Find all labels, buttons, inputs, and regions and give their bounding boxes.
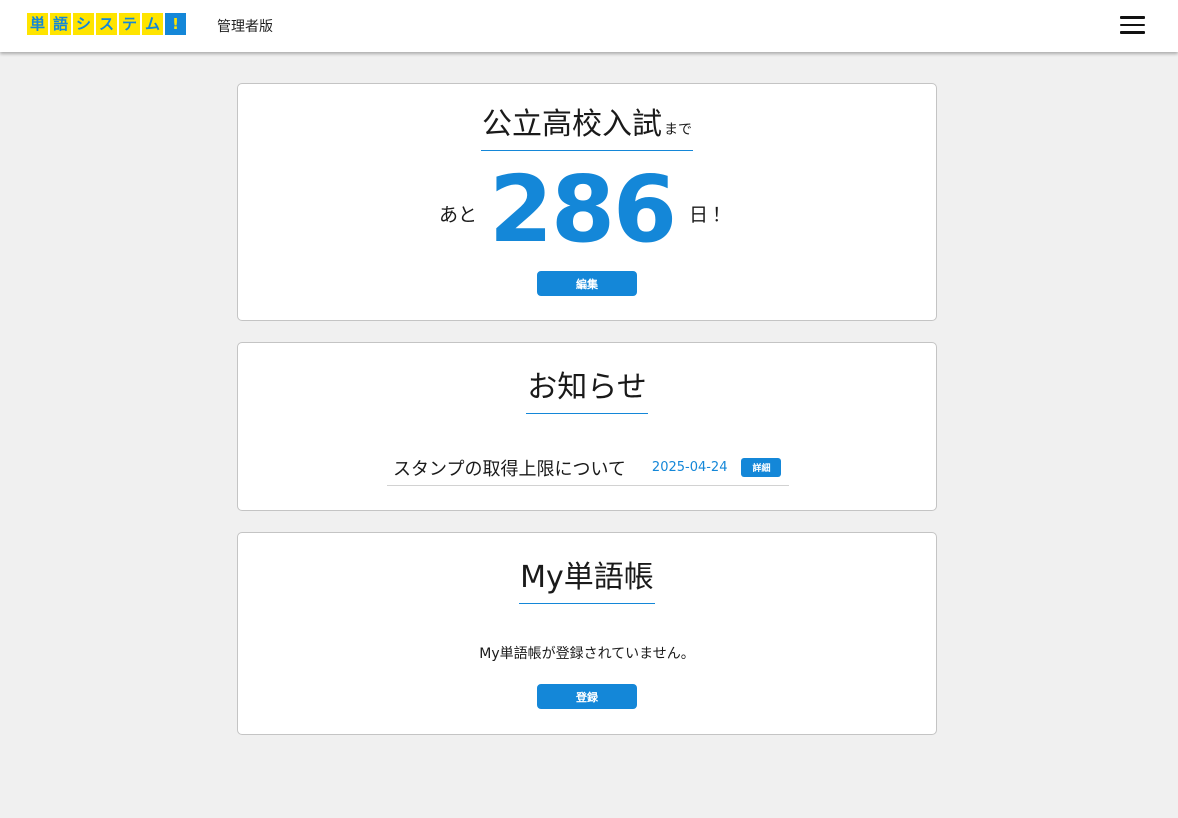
mywords-empty-message: My単語帳が登録されていません。: [479, 646, 695, 662]
logo-char-4: ス: [96, 13, 117, 35]
my-wordbook-card: My単語帳 My単語帳が登録されていません。 登録: [237, 532, 937, 735]
mywords-title: My単語帳: [519, 563, 655, 604]
app-logo[interactable]: 単 語 シ ス テ ム !: [27, 13, 186, 35]
menu-bar: [1120, 31, 1145, 34]
logo-char-6: ム: [142, 13, 163, 35]
exam-title-wrap: 公立高校入試 まで: [238, 110, 936, 151]
logo-char-3: シ: [73, 13, 94, 35]
logo-char-2: 語: [50, 13, 71, 35]
news-item[interactable]: スタンプの取得上限について 2025-04-24 詳細: [387, 450, 789, 486]
admin-edition-label: 管理者版: [217, 19, 273, 35]
exam-title-text: 公立高校入試: [482, 107, 662, 142]
register-button[interactable]: 登録: [537, 684, 637, 709]
hamburger-menu-icon[interactable]: [1120, 14, 1146, 36]
app-header: 単 語 シ ス テ ム ! 管理者版: [0, 0, 1178, 52]
news-item-date: 2025-04-24: [651, 460, 728, 475]
news-card: お知らせ スタンプの取得上限について 2025-04-24 詳細: [237, 342, 937, 511]
news-item-title[interactable]: スタンプの取得上限について: [393, 455, 626, 481]
exam-countdown-card: 公立高校入試 まで あと 286 日！ 編集: [237, 83, 937, 321]
logo-char-1: 単: [27, 13, 48, 35]
logo-char-5: テ: [119, 13, 140, 35]
menu-bar: [1120, 16, 1145, 19]
countdown: あと 286 日！: [238, 164, 936, 256]
exam-title-suffix: まで: [664, 122, 692, 138]
countdown-suffix: 日！: [689, 203, 736, 226]
edit-button[interactable]: 編集: [537, 271, 637, 296]
exam-title: 公立高校入試 まで: [481, 110, 693, 151]
countdown-prefix: あと: [438, 203, 477, 226]
logo-char-7: !: [165, 13, 186, 35]
menu-bar: [1120, 23, 1145, 26]
mywords-title-wrap: My単語帳: [238, 563, 936, 604]
countdown-days: 286: [488, 156, 677, 263]
news-title-wrap: お知らせ: [238, 373, 936, 414]
news-title: お知らせ: [526, 373, 648, 414]
news-detail-button[interactable]: 詳細: [741, 458, 782, 477]
